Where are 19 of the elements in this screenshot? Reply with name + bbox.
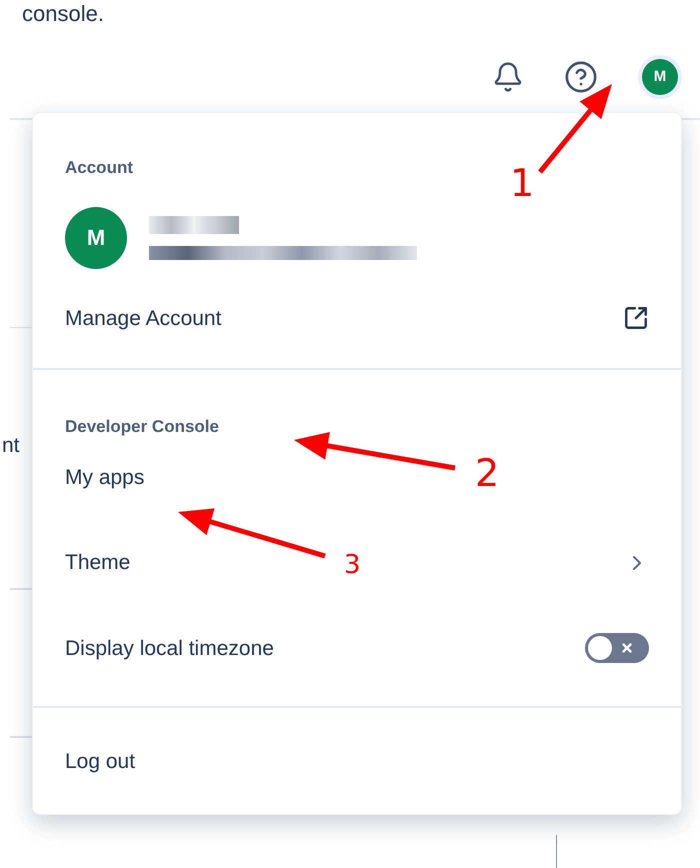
help-icon[interactable] [564, 60, 598, 94]
page-text: nt [2, 433, 20, 459]
external-link-icon [623, 305, 649, 332]
menu-item[interactable]: My apps [65, 462, 144, 493]
menu-item[interactable]: Manage Account [65, 302, 222, 334]
annotation-number: 1 [510, 161, 534, 205]
page-text: console. [22, 0, 104, 28]
menu-item[interactable]: Theme [65, 547, 130, 578]
annotation-number: 3 [344, 550, 361, 580]
annotation-number: 2 [475, 451, 500, 495]
avatar: M [65, 206, 127, 268]
section-heading: Developer Console [64, 416, 220, 438]
notifications-icon[interactable] [492, 61, 524, 93]
menu-item[interactable]: Display local timezone [65, 632, 274, 664]
section-heading: Account [64, 157, 134, 179]
toggle-switch[interactable] [585, 633, 649, 664]
x-icon [620, 641, 634, 656]
menu-item[interactable]: Log out [65, 746, 136, 778]
avatar[interactable]: M [638, 55, 682, 99]
